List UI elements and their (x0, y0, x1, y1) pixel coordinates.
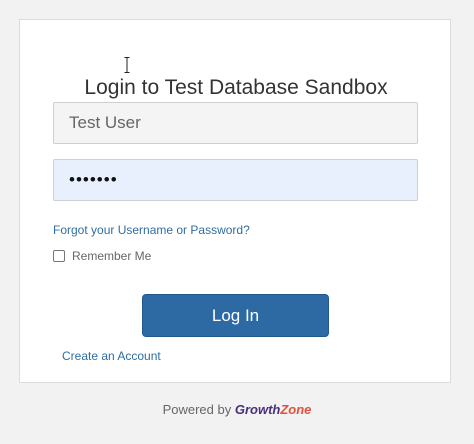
login-card: Login to Test Database Sandbox Forgot yo… (19, 19, 451, 383)
growthzone-logo: GrowthZone (234, 402, 312, 417)
powered-by-footer: Powered by GrowthZone (0, 402, 474, 417)
forgot-credentials-link[interactable]: Forgot your Username or Password? (53, 223, 250, 237)
login-button[interactable]: Log In (142, 294, 329, 337)
remember-me-label: Remember Me (72, 249, 152, 263)
text-cursor-icon (124, 57, 130, 73)
page-title: Login to Test Database Sandbox (84, 76, 388, 99)
remember-me-row[interactable]: Remember Me (53, 249, 151, 263)
powered-by-text: Powered by (162, 402, 232, 417)
username-input[interactable] (53, 102, 418, 144)
create-account-link[interactable]: Create an Account (62, 349, 161, 363)
remember-me-checkbox[interactable] (53, 250, 65, 262)
password-input[interactable] (53, 159, 418, 201)
